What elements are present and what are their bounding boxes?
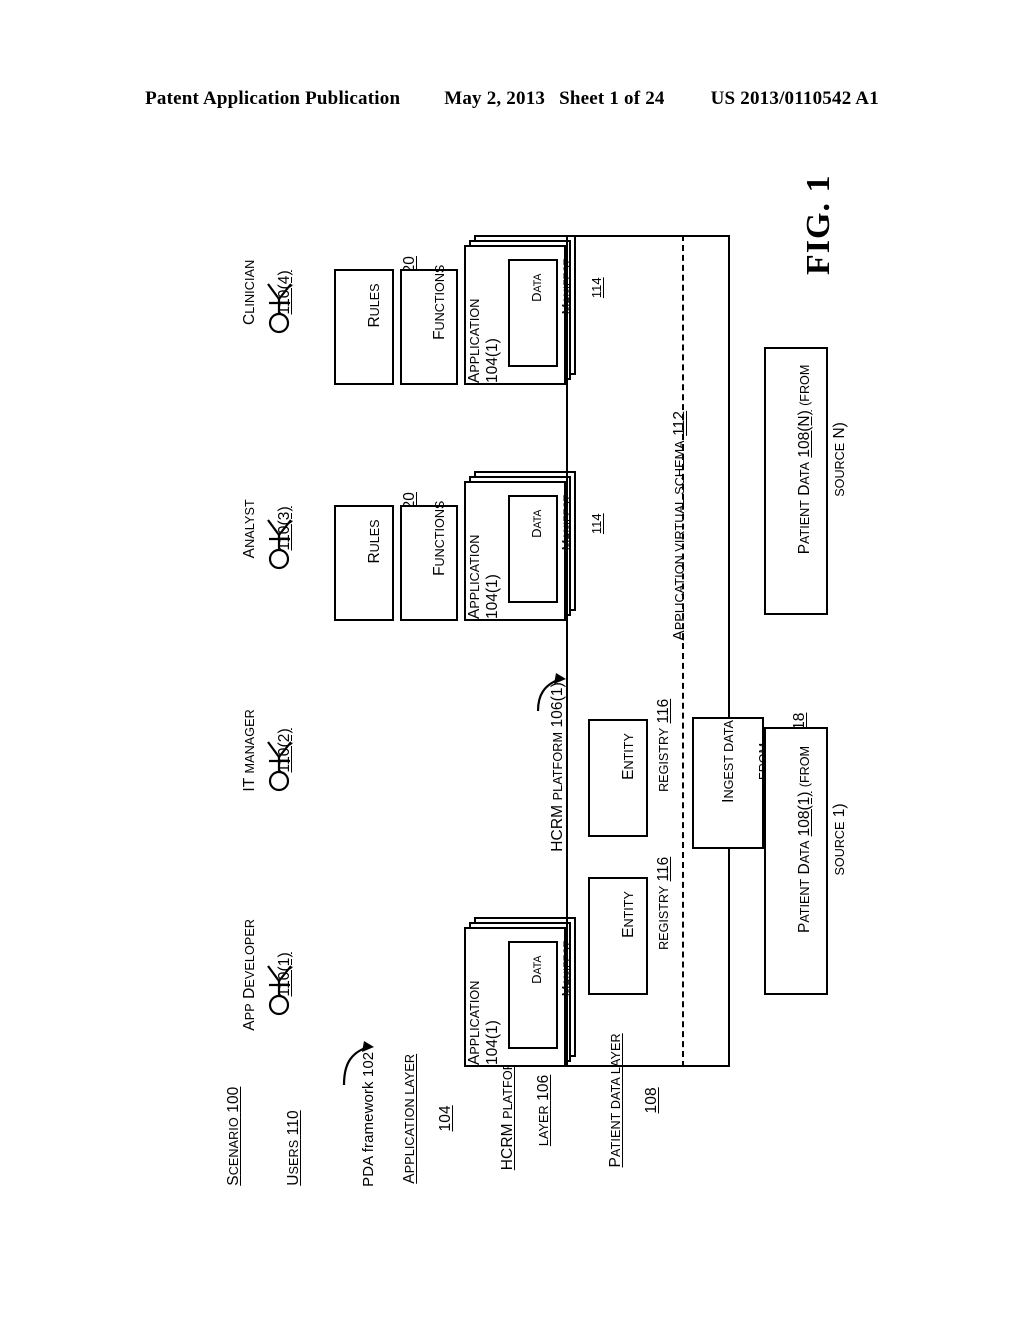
hcrm-platform-callout-arrow xyxy=(534,667,575,715)
application-stack-1: APPLICATION 104(1) DATA MANIFEST 114 xyxy=(464,917,604,1067)
application-stack-3: APPLICATION 104(1) DATA MANIFEST 114 xyxy=(464,235,604,385)
application-stack-2: APPLICATION 104(1) DATA MANIFEST 114 xyxy=(464,471,604,621)
application-virtual-schema-label: APPLICATION VIRTUAL SCHEMA 112 xyxy=(671,410,689,641)
actor-icon-app-developer xyxy=(266,965,312,1017)
ingest-data-box: INGEST DATA FROM SOURCES 118 xyxy=(692,713,808,849)
figure-label: FIG. 1 xyxy=(800,174,837,275)
rules-library-box-clinician: RULES LIBRARY 120 xyxy=(334,256,418,385)
functions-list-box-clinician: FUNCTIONS LIST 122 xyxy=(400,265,483,385)
figure-diagram: SCENARIO 100 USERS 110 PDA framework 102… xyxy=(0,0,1024,1320)
actor-icon-analyst xyxy=(266,519,312,571)
patient-data-box-source-n: PATIENT DATA 108(N) (FROM SOURCE N) xyxy=(764,347,848,615)
application-box-3: APPLICATION 104(1) DATA MANIFEST 114 xyxy=(464,245,604,385)
application-box-2: APPLICATION 104(1) DATA MANIFEST 114 xyxy=(464,481,604,621)
pda-framework-arrow xyxy=(338,1035,383,1087)
diagram-rotated-canvas: SCENARIO 100 USERS 110 PDA framework 102… xyxy=(162,85,862,1235)
data-manifest-box-2: DATA MANIFEST 114 xyxy=(508,495,604,603)
users-layer-label: USERS 110 xyxy=(285,1110,303,1186)
entity-registry-box-2: ENTITY REGISTRY 116 xyxy=(588,699,672,837)
entity-registry-box-1: ENTITY REGISTRY 116 xyxy=(588,857,672,995)
application-layer-label: APPLICATION LAYER 104 xyxy=(401,1053,455,1184)
patient-data-box-source-1: PATIENT DATA 108(1) (FROM SOURCE 1) xyxy=(764,727,848,995)
actor-icon-clinician xyxy=(266,283,312,335)
application-box-1: APPLICATION 104(1) DATA MANIFEST 114 xyxy=(464,927,604,1067)
data-manifest-box-3: DATA MANIFEST 114 xyxy=(508,259,604,367)
functions-list-box-analyst: FUNCTIONS LIST 122 xyxy=(400,501,483,621)
scenario-label: SCENARIO 100 xyxy=(225,1086,243,1186)
actor-icon-it-manager xyxy=(266,741,312,793)
rules-library-box-analyst: RULES LIBRARY 120 xyxy=(334,492,418,621)
data-manifest-box-1: DATA MANIFEST 114 xyxy=(508,941,604,1049)
